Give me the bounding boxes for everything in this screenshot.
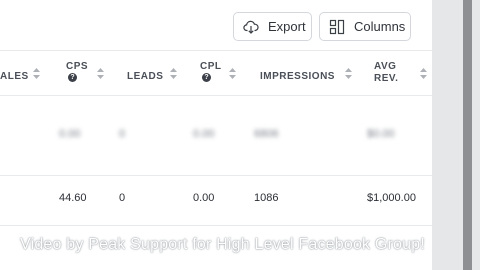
row-divider: [0, 175, 432, 176]
row-divider: [0, 225, 432, 226]
sort-icon[interactable]: [33, 68, 40, 79]
scrollbar-thumb[interactable]: [463, 0, 472, 270]
column-header-cpl[interactable]: CPL: [200, 61, 222, 73]
column-header-sales[interactable]: ALES: [0, 71, 29, 83]
header-top-divider: [0, 50, 432, 51]
cell-leads: 0: [119, 128, 126, 140]
header-bottom-divider: [0, 95, 432, 96]
column-header-avg-rev-sub: REV.: [374, 73, 399, 84]
cell-impressions: 1086: [254, 192, 279, 204]
sort-icon[interactable]: [345, 68, 352, 79]
column-header-avg-rev[interactable]: AVG: [374, 61, 396, 73]
column-header-impressions[interactable]: IMPRESSIONS: [260, 71, 335, 83]
columns-button[interactable]: Columns: [319, 12, 411, 41]
cell-impressions: 6806: [254, 128, 279, 140]
help-icon[interactable]: ?: [202, 73, 211, 82]
columns-label: Columns: [354, 19, 406, 34]
cell-avg-rev: $0.00: [367, 128, 395, 140]
sort-icon[interactable]: [170, 68, 177, 79]
cell-cpl: 0.00: [193, 192, 215, 204]
cell-cps: 44.60: [59, 192, 87, 204]
scroll-track[interactable]: [432, 0, 480, 270]
column-header-leads[interactable]: LEADS: [127, 71, 163, 83]
cell-avg-rev: $1,000.00: [367, 192, 416, 204]
column-header-cps[interactable]: CPS: [66, 61, 88, 73]
sort-icon[interactable]: [97, 68, 104, 79]
export-label: Export: [268, 19, 306, 34]
help-icon[interactable]: ?: [68, 73, 77, 82]
table-panel: Export Columns ALES CPS ? LEADS CPL ? IM…: [0, 0, 432, 270]
video-watermark: Video by Peak Support for High Level Fac…: [20, 236, 426, 253]
cell-cpl: 0.00: [193, 128, 215, 140]
sort-icon[interactable]: [420, 68, 427, 79]
columns-icon: [329, 19, 345, 34]
export-button[interactable]: Export: [233, 12, 312, 41]
cell-cps: 0.00: [59, 128, 81, 140]
download-cloud-icon: [243, 20, 259, 34]
sort-icon[interactable]: [229, 68, 236, 79]
cell-leads: 0: [119, 192, 126, 204]
